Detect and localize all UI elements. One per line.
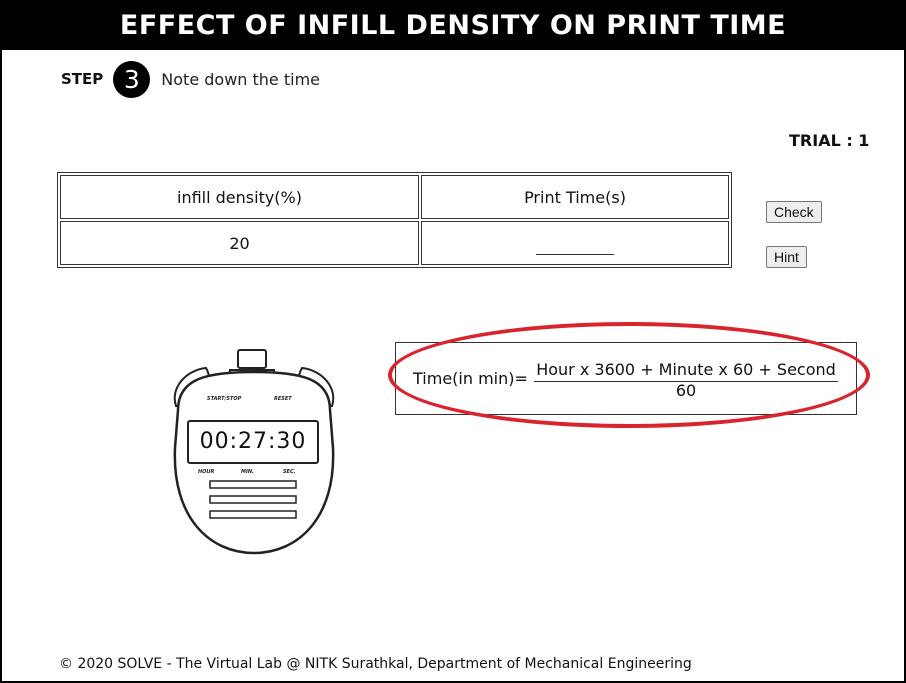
hint-button[interactable]: Hint [766,246,807,268]
stopwatch-display: 00:27:30 [199,429,307,454]
stopwatch-start-stop-label: START/STOP [207,396,242,402]
table-row: 20 [60,221,729,265]
stopwatch-sec-label: SEC. [283,469,296,475]
step-instruction: Note down the time [161,69,320,89]
trial-counter: TRIAL : 1 [789,131,870,150]
print-time-cell [421,221,729,265]
stopwatch-reset-label: RESET [274,396,292,402]
step-indicator: STEP 3 Note down the time [61,60,320,98]
footer-copyright: © 2020 SOLVE - The Virtual Lab @ NITK Su… [59,656,692,672]
step-number-badge: 3 [113,60,151,98]
step-label: STEP [61,70,104,88]
page-title: EFFECT OF INFILL DENSITY ON PRINT TIME [2,2,904,50]
stopwatch-hour-label: HOUR [198,469,215,475]
column-header-infill-density: infill density(%) [60,175,419,219]
formula-highlight-ellipse [388,322,870,428]
table-header-row: infill density(%) Print Time(s) [60,175,729,219]
column-header-print-time: Print Time(s) [421,175,729,219]
infill-density-value: 20 [60,221,419,265]
stopwatch-min-label: MIN. [241,469,254,475]
check-button[interactable]: Check [766,201,822,223]
print-time-answer-field[interactable] [536,238,614,255]
results-table: infill density(%) Print Time(s) 20 [57,172,732,268]
